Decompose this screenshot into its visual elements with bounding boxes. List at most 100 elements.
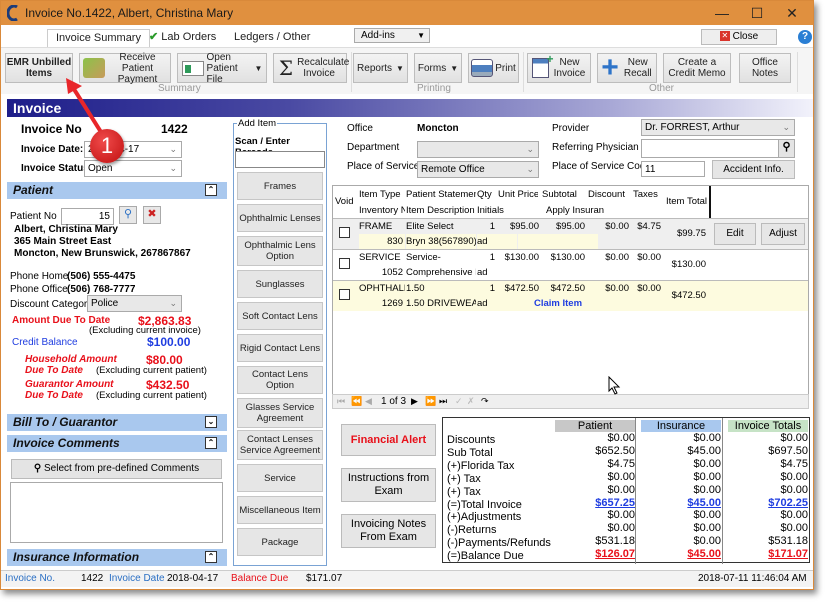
recalculate-invoice-button[interactable]: Σ Recalculate Invoice	[273, 53, 349, 83]
totals-value: $531.18	[595, 535, 635, 548]
barcode-input[interactable]	[235, 151, 325, 168]
add-item-button[interactable]: Contact Lenses Service Agreement	[237, 430, 323, 460]
add-item-button[interactable]: Ophthalmic Lens Option	[237, 236, 323, 266]
bill-to-section-header[interactable]: Bill To / Guarantor ⌄	[7, 414, 227, 431]
add-item-button[interactable]: Rigid Contact Lens	[237, 334, 323, 362]
status-balance-label: Balance Due	[231, 573, 289, 584]
patient-no-input[interactable]: 15	[61, 208, 114, 225]
totals-value[interactable]: $126.07	[555, 548, 635, 561]
next-page-group-icon[interactable]: ⏩	[425, 396, 436, 407]
maximize-button[interactable]: ☐	[742, 3, 772, 23]
reports-button[interactable]: Reports ▼	[353, 53, 408, 83]
adjust-button[interactable]: Adjust	[761, 223, 805, 245]
tab-invoice-summary[interactable]: Invoice Summary	[47, 29, 150, 47]
void-checkbox[interactable]	[339, 258, 350, 269]
tab-lab-orders[interactable]: ✔ Lab Orders	[141, 29, 224, 47]
phone-office-value: (506) 768-7777	[67, 284, 136, 295]
collapse-icon[interactable]: ⌃	[205, 184, 217, 196]
invoicing-notes-button[interactable]: Invoicing Notes From Exam	[341, 514, 436, 548]
financial-alert-button[interactable]: Financial Alert	[341, 424, 436, 456]
pos-code-input[interactable]: 11	[641, 161, 705, 177]
header-taxes: Taxes	[633, 189, 658, 200]
create-credit-memo-button[interactable]: Create a Credit Memo	[663, 53, 731, 83]
totals-value[interactable]: $657.25	[555, 497, 635, 510]
bill-to-title: Bill To / Guarantor	[13, 415, 118, 429]
patient-address-line1: 365 Main Street East	[14, 236, 112, 247]
add-item-button[interactable]: Contact Lens Option	[237, 366, 323, 394]
prev-icon[interactable]: ◀	[365, 396, 372, 407]
collapse-icon[interactable]: ⌃	[205, 437, 217, 449]
payment-hand-icon	[82, 58, 105, 78]
chevron-down-icon: ⌄	[169, 298, 177, 308]
totals-value[interactable]: $171.07	[728, 548, 808, 561]
add-item-button[interactable]: Sunglasses	[237, 270, 323, 298]
add-item-button[interactable]: Miscellaneous Item	[237, 496, 323, 524]
household-label: Household Amount	[25, 354, 117, 365]
provider-select[interactable]: Dr. FORREST, Arthur ⌄	[641, 119, 795, 136]
help-icon[interactable]: ?	[798, 30, 812, 44]
add-item-button[interactable]: Package	[237, 528, 323, 556]
edit-button[interactable]: Edit	[714, 223, 756, 245]
instructions-from-exam-button[interactable]: Instructions from Exam	[341, 468, 436, 502]
next-icon[interactable]: ▶	[411, 396, 418, 407]
add-item-button[interactable]: Ophthalmic Lenses	[237, 204, 323, 232]
select-comments-button[interactable]: ⚲ Select from pre-defined Comments	[11, 459, 222, 479]
forms-button[interactable]: Forms ▼	[414, 53, 462, 83]
invoice-status-select[interactable]: Open ⌄	[84, 160, 182, 177]
discount-category-select[interactable]: Police ⌄	[87, 295, 182, 312]
invoice-comments-section-header[interactable]: Invoice Comments ⌃	[7, 435, 227, 452]
patient-section-header[interactable]: Patient ⌃	[7, 182, 227, 199]
search-patient-icon[interactable]: ⚲	[119, 206, 137, 224]
add-item-button[interactable]: Service	[237, 464, 323, 492]
invoice-status-value: Open	[88, 163, 113, 174]
status-balance: $171.07	[306, 573, 343, 584]
invoice-status-label: Invoice Status	[21, 163, 89, 174]
add-item-button[interactable]: Frames	[237, 172, 323, 200]
patient-name: Albert, Christina Mary	[14, 224, 118, 235]
department-select[interactable]: ⌄	[417, 141, 539, 158]
prev-page-group-icon[interactable]: ⏪	[351, 396, 362, 407]
expand-icon[interactable]: ⌄	[205, 416, 217, 428]
excluding-patient-note: (Excluding current patient)	[96, 365, 207, 376]
totals-value[interactable]: $702.25	[728, 497, 808, 510]
close-window-button[interactable]: ✕	[777, 3, 807, 23]
place-of-service-select[interactable]: Remote Office ⌄	[417, 161, 539, 178]
close-button[interactable]: ✕ Close	[701, 29, 777, 45]
check-icon[interactable]: ✓	[455, 396, 463, 407]
new-recall-button[interactable]: + New Recall	[597, 53, 657, 83]
add-item-button[interactable]: Soft Contact Lens	[237, 302, 323, 330]
void-checkbox[interactable]	[339, 289, 350, 300]
accident-info-button[interactable]: Accident Info.	[712, 160, 795, 179]
void-checkbox[interactable]	[339, 227, 350, 238]
insurance-section-header[interactable]: Insurance Information ⌃	[7, 549, 227, 566]
claim-item-link[interactable]: Claim Item	[518, 296, 598, 311]
search-icon[interactable]: ⚲	[778, 140, 794, 157]
unit-price-cell: $472.50	[498, 281, 541, 296]
addins-label: Add-ins	[361, 30, 395, 41]
refresh-icon[interactable]: ↷	[481, 396, 489, 407]
cancel-icon[interactable]: ✗	[467, 396, 475, 407]
first-page-icon[interactable]: ⏮	[337, 396, 345, 407]
minimize-button[interactable]: —	[707, 3, 737, 23]
clear-patient-icon[interactable]: ✖	[143, 206, 161, 224]
tab-ledgers-other[interactable]: Ledgers / Other	[226, 29, 318, 47]
department-label: Department	[347, 142, 400, 153]
inventory-cell: 1269	[359, 296, 405, 311]
totals-value[interactable]: $45.00	[641, 548, 721, 561]
sigma-icon: Σ	[278, 55, 294, 80]
addins-dropdown[interactable]: Add-ins ▼	[354, 28, 430, 43]
invoice-header: Invoice	[7, 99, 813, 117]
comments-textarea[interactable]	[10, 482, 223, 543]
totals-value[interactable]: $45.00	[641, 497, 721, 510]
pager-text: 1 of 3	[381, 396, 407, 407]
status-invoice-no: 1422	[81, 573, 104, 584]
open-patient-file-button[interactable]: Open Patient File ▼	[177, 52, 267, 85]
office-notes-button[interactable]: Office Notes	[739, 53, 791, 83]
new-invoice-button[interactable]: + New Invoice	[527, 53, 591, 83]
referring-physician-input[interactable]: ⚲	[641, 139, 795, 158]
collapse-icon[interactable]: ⌃	[205, 551, 217, 563]
add-item-button[interactable]: Glasses Service Agreement	[237, 398, 323, 428]
print-button[interactable]: Print	[468, 53, 519, 83]
last-page-icon[interactable]: ⏭	[439, 396, 447, 407]
item-total-cell: $472.50	[671, 290, 706, 301]
